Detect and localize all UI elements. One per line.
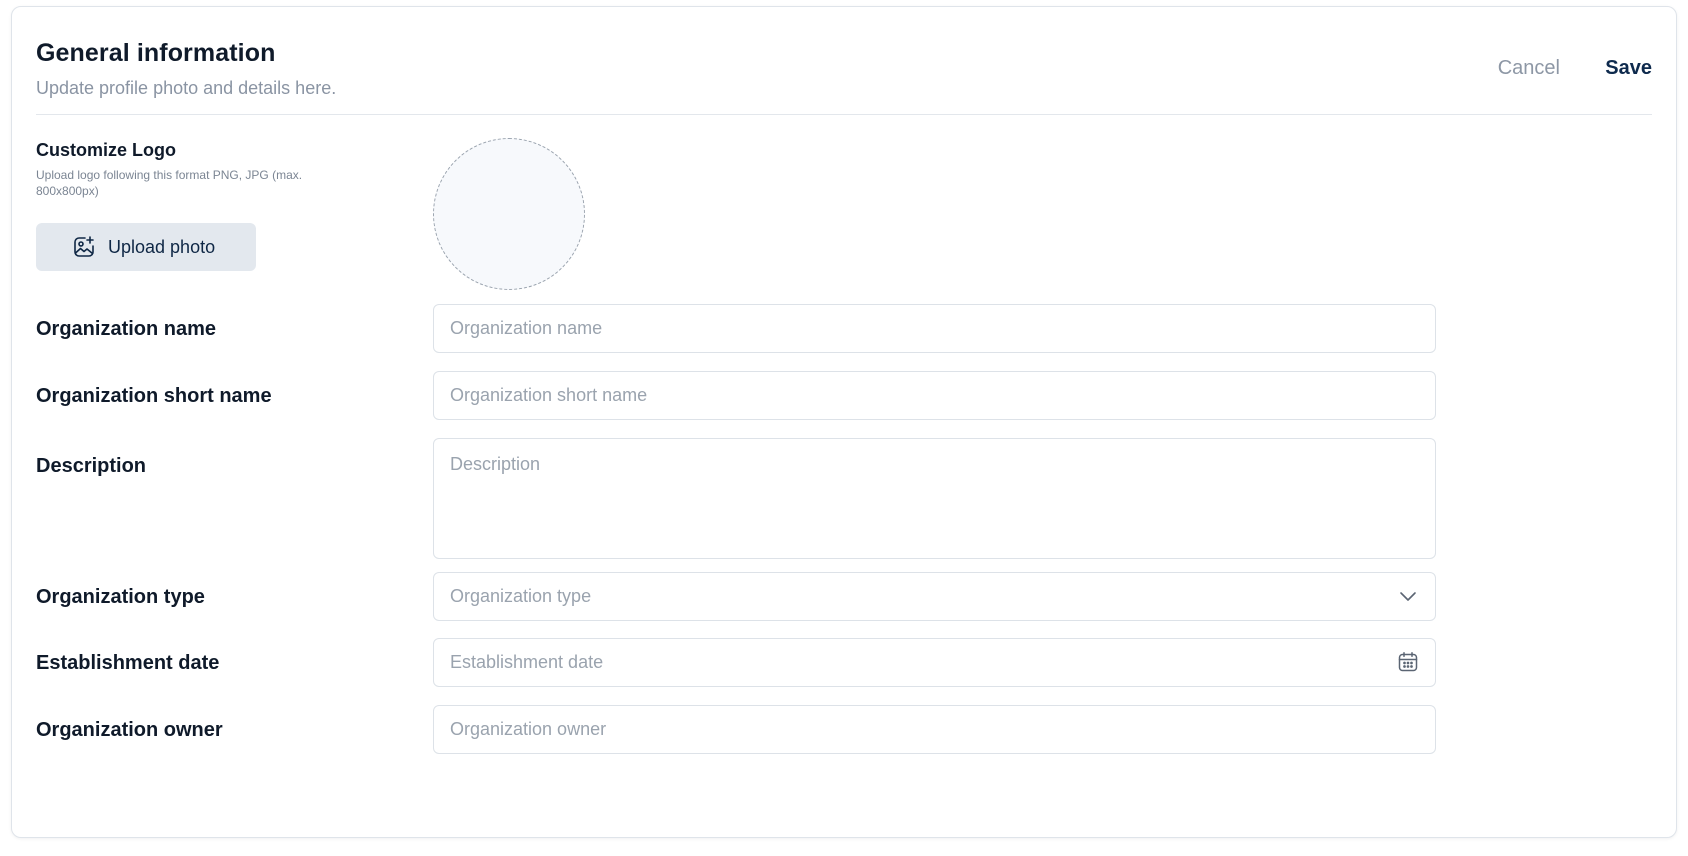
card-header: General information Update profile photo…: [36, 7, 1652, 115]
org-type-input[interactable]: [433, 572, 1436, 621]
org-short-name-label: Organization short name: [36, 385, 272, 407]
description-textarea[interactable]: [433, 438, 1436, 559]
customize-logo-label: Customize Logo: [36, 140, 176, 160]
upload-photo-label: Upload photo: [108, 236, 216, 257]
org-name-label: Organization name: [36, 318, 217, 340]
org-name-input[interactable]: [433, 304, 1436, 353]
logo-format-hint: Upload logo following this format PNG, J…: [36, 168, 303, 198]
page-title: General information: [36, 39, 276, 67]
establishment-date-picker[interactable]: [433, 638, 1436, 687]
save-button[interactable]: Save: [1605, 57, 1652, 80]
chevron-down-icon[interactable]: [1396, 584, 1420, 608]
org-type-select[interactable]: [433, 572, 1436, 621]
logo-preview-dropzone[interactable]: [433, 138, 585, 290]
description-label: Description: [36, 455, 147, 477]
establishment-date-input[interactable]: [433, 638, 1436, 687]
upload-photo-button[interactable]: Upload photo: [36, 223, 256, 271]
calendar-icon[interactable]: [1396, 650, 1420, 674]
cancel-button[interactable]: Cancel: [1498, 57, 1560, 80]
page-subtitle: Update profile photo and details here.: [36, 78, 337, 98]
org-type-label: Organization type: [36, 586, 205, 608]
org-short-name-input[interactable]: [433, 371, 1436, 420]
establishment-date-label: Establishment date: [36, 652, 220, 674]
image-plus-icon: [74, 236, 94, 257]
org-owner-input[interactable]: [433, 705, 1436, 754]
general-information-card: General information Update profile photo…: [11, 6, 1677, 838]
org-owner-label: Organization owner: [36, 719, 223, 741]
